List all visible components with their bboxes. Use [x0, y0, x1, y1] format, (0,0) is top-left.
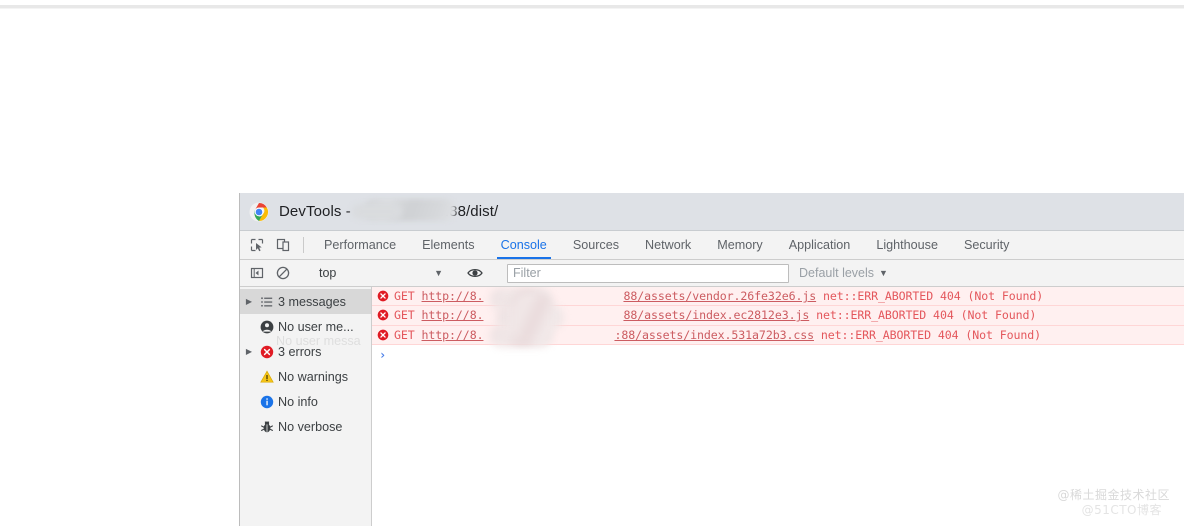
error-icon — [256, 345, 278, 359]
console-message-text: GET http://8. 88/assets/index.ec2812e3.js… — [394, 308, 1036, 322]
tab-sources-label: Sources — [572, 238, 620, 252]
warning-icon — [256, 369, 278, 384]
device-toolbar-icon[interactable] — [270, 231, 296, 259]
tab-network-label: Network — [645, 238, 692, 252]
error-status: net::ERR_ABORTED 404 (Not Found) — [809, 308, 1037, 323]
console-message-text: GET http://8. :88/assets/index.531a72b3.c… — [394, 328, 1041, 342]
window-title-prefix: DevTools - — [279, 203, 351, 220]
resource-url-tail[interactable]: 88/assets/vendor.26fe32e6.js — [623, 289, 816, 303]
tab-security[interactable]: Security — [951, 231, 1023, 259]
tab-sources[interactable]: Sources — [560, 231, 632, 259]
verbose-bug-icon — [256, 420, 278, 434]
user-message-icon — [256, 320, 278, 334]
tab-security-label: Security — [963, 238, 1010, 252]
execution-context-value: top — [319, 266, 337, 280]
devtools-tabstrip: Performance Elements Console Sources Net… — [240, 231, 1184, 260]
page-top-band-secondary — [0, 8, 1184, 9]
info-icon — [256, 395, 278, 409]
error-icon — [372, 290, 394, 302]
chevron-right-icon[interactable]: ▶ — [242, 347, 256, 356]
devtools-titlebar: DevTools - .88/dist/ — [240, 193, 1184, 231]
tab-memory-label: Memory — [717, 238, 763, 252]
http-method: GET — [394, 308, 422, 323]
clear-console-icon[interactable] — [270, 266, 296, 280]
resource-url-tail[interactable]: 88/assets/index.ec2812e3.js — [623, 308, 809, 322]
console-message-row[interactable]: GET http://8. 88/assets/vendor.26fe32e6.j… — [372, 287, 1184, 307]
console-toolbar: top ▼ Default levels ▼ — [240, 260, 1184, 287]
resource-url-head[interactable]: http://8. — [422, 289, 484, 303]
console-prompt-arrow-icon: › — [379, 347, 387, 362]
tabstrip-separator — [303, 237, 304, 253]
sidebar-item-messages[interactable]: ▶ 3 messages — [240, 289, 371, 314]
error-status: net::ERR_ABORTED 404 (Not Found) — [813, 327, 1042, 342]
chevron-right-icon[interactable]: ▶ — [242, 297, 256, 306]
execution-context-select[interactable]: top ▼ — [311, 263, 447, 283]
chevron-down-icon: ▼ — [434, 268, 443, 278]
sidebar-item-info-label: No info — [278, 394, 318, 409]
console-filter-input[interactable] — [507, 263, 789, 283]
tab-elements[interactable]: Elements — [409, 231, 488, 259]
sidebar-item-warnings-label: No warnings — [278, 369, 348, 384]
sidebar-item-errors-label: 3 errors — [278, 344, 322, 359]
resource-url-head[interactable]: http://8. — [422, 308, 484, 322]
console-prompt-row[interactable]: › — [372, 344, 1184, 365]
console-body: ▶ 3 messages ▶ — [240, 287, 1184, 526]
sidebar-item-errors[interactable]: ▶ 3 errors — [240, 339, 371, 364]
devtools-window: DevTools - .88/dist/ Performance Element… — [239, 193, 1184, 526]
log-levels-select[interactable]: Default levels ▼ — [799, 266, 888, 280]
console-sidebar: ▶ 3 messages ▶ — [240, 287, 372, 526]
sidebar-item-verbose-label: No verbose — [278, 419, 343, 434]
error-icon — [372, 329, 394, 341]
tab-application[interactable]: Application — [776, 231, 864, 259]
sidebar-item-user-messages-label: No user me... — [278, 319, 354, 334]
sidebar-item-messages-label: 3 messages — [278, 294, 346, 309]
console-sidebar-toggle-icon[interactable] — [244, 266, 270, 280]
resource-url-head[interactable]: http://8. — [422, 328, 484, 342]
error-icon — [372, 309, 394, 321]
console-message-row[interactable]: GET http://8. :88/assets/index.531a72b3.c… — [372, 325, 1184, 345]
tab-console[interactable]: Console — [488, 231, 560, 259]
sidebar-item-info[interactable]: ▶ No info — [240, 389, 371, 414]
sidebar-item-verbose[interactable]: ▶ No verbose — [240, 414, 371, 439]
resource-url-tail[interactable]: :88/assets/index.531a72b3.css — [614, 328, 814, 342]
live-expression-eye-icon[interactable] — [462, 266, 488, 280]
log-levels-label: Default levels — [799, 266, 875, 280]
watermark-secondary: @51CTO博客 — [1081, 503, 1162, 517]
tab-elements-label: Elements — [422, 238, 475, 252]
list-icon — [256, 295, 278, 309]
chevron-down-icon: ▼ — [879, 268, 888, 278]
tab-network[interactable]: Network — [632, 231, 704, 259]
console-message-text: GET http://8. 88/assets/vendor.26fe32e6.j… — [394, 289, 1043, 303]
tab-performance-label: Performance — [324, 238, 397, 252]
error-status: net::ERR_ABORTED 404 (Not Found) — [816, 289, 1044, 304]
tab-memory[interactable]: Memory — [704, 231, 775, 259]
sidebar-item-user-messages[interactable]: ▶ No user me... — [240, 314, 371, 339]
sidebar-item-warnings[interactable]: ▶ No warnings — [240, 364, 371, 389]
tab-console-label: Console — [500, 238, 547, 252]
inspect-element-icon[interactable] — [244, 231, 270, 259]
http-method: GET — [394, 289, 422, 304]
console-message-row[interactable]: GET http://8. 88/assets/index.ec2812e3.js… — [372, 306, 1184, 326]
tab-lighthouse-label: Lighthouse — [876, 238, 938, 252]
http-method: GET — [394, 327, 422, 342]
tab-performance[interactable]: Performance — [311, 231, 409, 259]
tab-lighthouse[interactable]: Lighthouse — [863, 231, 951, 259]
chrome-logo-icon — [249, 202, 269, 222]
screenshot-root: DevTools - .88/dist/ Performance Element… — [0, 0, 1184, 526]
redacted-host-title-blob — [352, 204, 402, 219]
tab-application-label: Application — [788, 238, 851, 252]
